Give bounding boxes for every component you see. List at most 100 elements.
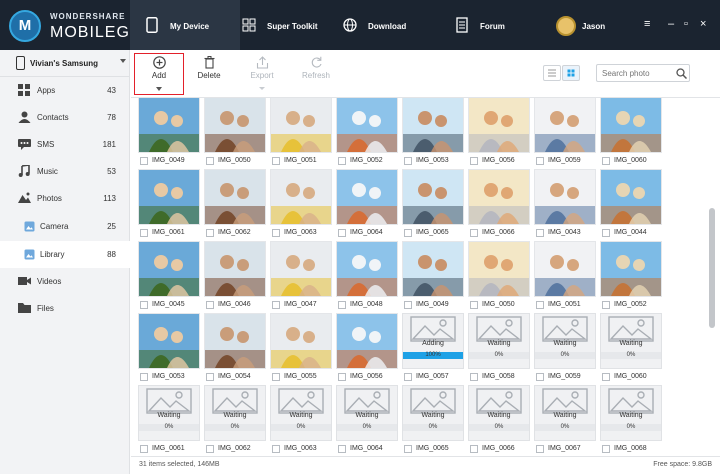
photo-thumbnail[interactable] bbox=[534, 98, 596, 153]
photo-thumbnail[interactable] bbox=[138, 98, 200, 153]
add-dropdown-caret-icon[interactable] bbox=[156, 87, 162, 91]
sidebar-item-camera[interactable]: Camera 25 bbox=[0, 213, 130, 240]
photo-placeholder[interactable]: Waiting 0% bbox=[336, 385, 398, 441]
photo-thumbnail[interactable] bbox=[138, 241, 200, 297]
photo-thumbnail[interactable] bbox=[204, 241, 266, 297]
maximize-icon[interactable]: ▫ bbox=[684, 18, 688, 30]
sidebar-item-sms[interactable]: SMS 181 bbox=[0, 131, 130, 158]
photo-item[interactable]: Waiting 0% IMG_0066 bbox=[468, 385, 530, 453]
photo-checkbox[interactable] bbox=[140, 445, 148, 453]
photo-checkbox[interactable] bbox=[338, 229, 346, 237]
photo-placeholder[interactable]: Waiting 0% bbox=[138, 385, 200, 441]
photo-item[interactable]: IMG_0056 bbox=[336, 313, 398, 381]
photo-placeholder[interactable]: Waiting 0% bbox=[468, 385, 530, 441]
photo-checkbox[interactable] bbox=[602, 301, 610, 309]
photo-item[interactable]: IMG_0051 bbox=[270, 98, 332, 165]
photo-checkbox[interactable] bbox=[140, 157, 148, 165]
photo-checkbox[interactable] bbox=[338, 301, 346, 309]
photo-checkbox[interactable] bbox=[536, 157, 544, 165]
photo-placeholder[interactable]: Waiting 0% bbox=[402, 385, 464, 441]
photo-thumbnail[interactable] bbox=[336, 241, 398, 297]
photo-checkbox[interactable] bbox=[206, 157, 214, 165]
photo-item[interactable]: Waiting 0% IMG_0064 bbox=[336, 385, 398, 453]
photo-thumbnail[interactable] bbox=[402, 241, 464, 297]
close-icon[interactable]: × bbox=[700, 18, 706, 30]
photo-item[interactable]: IMG_0050 bbox=[204, 98, 266, 165]
photo-thumbnail[interactable] bbox=[534, 169, 596, 225]
photo-item[interactable]: IMG_0060 bbox=[600, 98, 662, 165]
grid-view-toggle[interactable] bbox=[562, 65, 580, 81]
sidebar-item-library[interactable]: Library 88 bbox=[0, 241, 130, 268]
tab-forum[interactable]: Forum bbox=[440, 0, 550, 50]
menu-icon[interactable]: ≡ bbox=[644, 18, 650, 30]
photo-checkbox[interactable] bbox=[470, 301, 478, 309]
photo-thumbnail[interactable] bbox=[204, 313, 266, 369]
photo-item[interactable]: IMG_0046 bbox=[204, 241, 266, 309]
export-dropdown-caret-icon[interactable] bbox=[259, 87, 265, 90]
photo-placeholder[interactable]: Waiting 0% bbox=[600, 313, 662, 369]
photo-item[interactable]: IMG_0053 bbox=[138, 313, 200, 381]
sidebar-item-contacts[interactable]: Contacts 78 bbox=[0, 104, 130, 131]
photo-item[interactable]: Waiting 0% IMG_0059 bbox=[534, 313, 596, 381]
photo-thumbnail[interactable] bbox=[336, 98, 398, 153]
photo-item[interactable]: IMG_0052 bbox=[600, 241, 662, 309]
photo-checkbox[interactable] bbox=[602, 373, 610, 381]
photo-item[interactable]: IMG_0043 bbox=[534, 169, 596, 237]
photo-item[interactable]: IMG_0055 bbox=[270, 313, 332, 381]
sidebar-item-files[interactable]: Files bbox=[0, 295, 130, 322]
photo-item[interactable]: Waiting 0% IMG_0067 bbox=[534, 385, 596, 453]
photo-thumbnail[interactable] bbox=[402, 169, 464, 225]
photo-checkbox[interactable] bbox=[470, 373, 478, 381]
photo-placeholder[interactable]: Waiting 0% bbox=[270, 385, 332, 441]
photo-placeholder[interactable]: Waiting 0% bbox=[534, 313, 596, 369]
user-name[interactable]: Jason bbox=[582, 22, 605, 31]
photo-checkbox[interactable] bbox=[338, 445, 346, 453]
photo-item[interactable]: IMG_0052 bbox=[336, 98, 398, 165]
photo-item[interactable]: IMG_0062 bbox=[204, 169, 266, 237]
photo-checkbox[interactable] bbox=[338, 157, 346, 165]
photo-checkbox[interactable] bbox=[404, 373, 412, 381]
photo-item[interactable]: Waiting 0% IMG_0068 bbox=[600, 385, 662, 453]
photo-thumbnail[interactable] bbox=[534, 241, 596, 297]
list-view-toggle[interactable] bbox=[543, 65, 561, 81]
photo-checkbox[interactable] bbox=[602, 229, 610, 237]
photo-thumbnail[interactable] bbox=[270, 313, 332, 369]
photo-placeholder[interactable]: Adding 100% bbox=[402, 313, 464, 369]
photo-item[interactable]: Waiting 0% IMG_0062 bbox=[204, 385, 266, 453]
tab-download[interactable]: Download bbox=[328, 0, 438, 50]
photo-checkbox[interactable] bbox=[536, 373, 544, 381]
photo-placeholder[interactable]: Waiting 0% bbox=[204, 385, 266, 441]
photo-thumbnail[interactable] bbox=[204, 98, 266, 153]
photo-item[interactable]: IMG_0051 bbox=[534, 241, 596, 309]
search-icon[interactable] bbox=[676, 68, 687, 79]
photo-thumbnail[interactable] bbox=[336, 313, 398, 369]
photo-thumbnail[interactable] bbox=[468, 98, 530, 153]
photo-thumbnail[interactable] bbox=[600, 241, 662, 297]
tab-my-device[interactable]: My Device bbox=[130, 0, 240, 50]
photo-thumbnail[interactable] bbox=[336, 169, 398, 225]
photo-thumbnail[interactable] bbox=[204, 169, 266, 225]
photo-thumbnail[interactable] bbox=[138, 313, 200, 369]
photo-item[interactable]: IMG_0045 bbox=[138, 241, 200, 309]
photo-checkbox[interactable] bbox=[206, 301, 214, 309]
photo-item[interactable]: IMG_0047 bbox=[270, 241, 332, 309]
photo-item[interactable]: IMG_0049 bbox=[138, 98, 200, 165]
photo-item[interactable]: IMG_0054 bbox=[204, 313, 266, 381]
photo-checkbox[interactable] bbox=[536, 301, 544, 309]
photo-placeholder[interactable]: Waiting 0% bbox=[534, 385, 596, 441]
photo-placeholder[interactable]: Waiting 0% bbox=[468, 313, 530, 369]
photo-checkbox[interactable] bbox=[536, 229, 544, 237]
photo-item[interactable]: IMG_0056 bbox=[468, 98, 530, 165]
photo-thumbnail[interactable] bbox=[138, 169, 200, 225]
photo-checkbox[interactable] bbox=[602, 445, 610, 453]
photo-checkbox[interactable] bbox=[272, 373, 280, 381]
photo-checkbox[interactable] bbox=[272, 301, 280, 309]
photo-checkbox[interactable] bbox=[140, 301, 148, 309]
sidebar-item-apps[interactable]: Apps 43 bbox=[0, 77, 130, 104]
photo-checkbox[interactable] bbox=[404, 445, 412, 453]
photo-checkbox[interactable] bbox=[272, 229, 280, 237]
photo-item[interactable]: IMG_0053 bbox=[402, 98, 464, 165]
photo-checkbox[interactable] bbox=[206, 445, 214, 453]
sidebar-item-music[interactable]: Music 53 bbox=[0, 158, 130, 185]
refresh-button[interactable]: Refresh bbox=[291, 56, 341, 92]
